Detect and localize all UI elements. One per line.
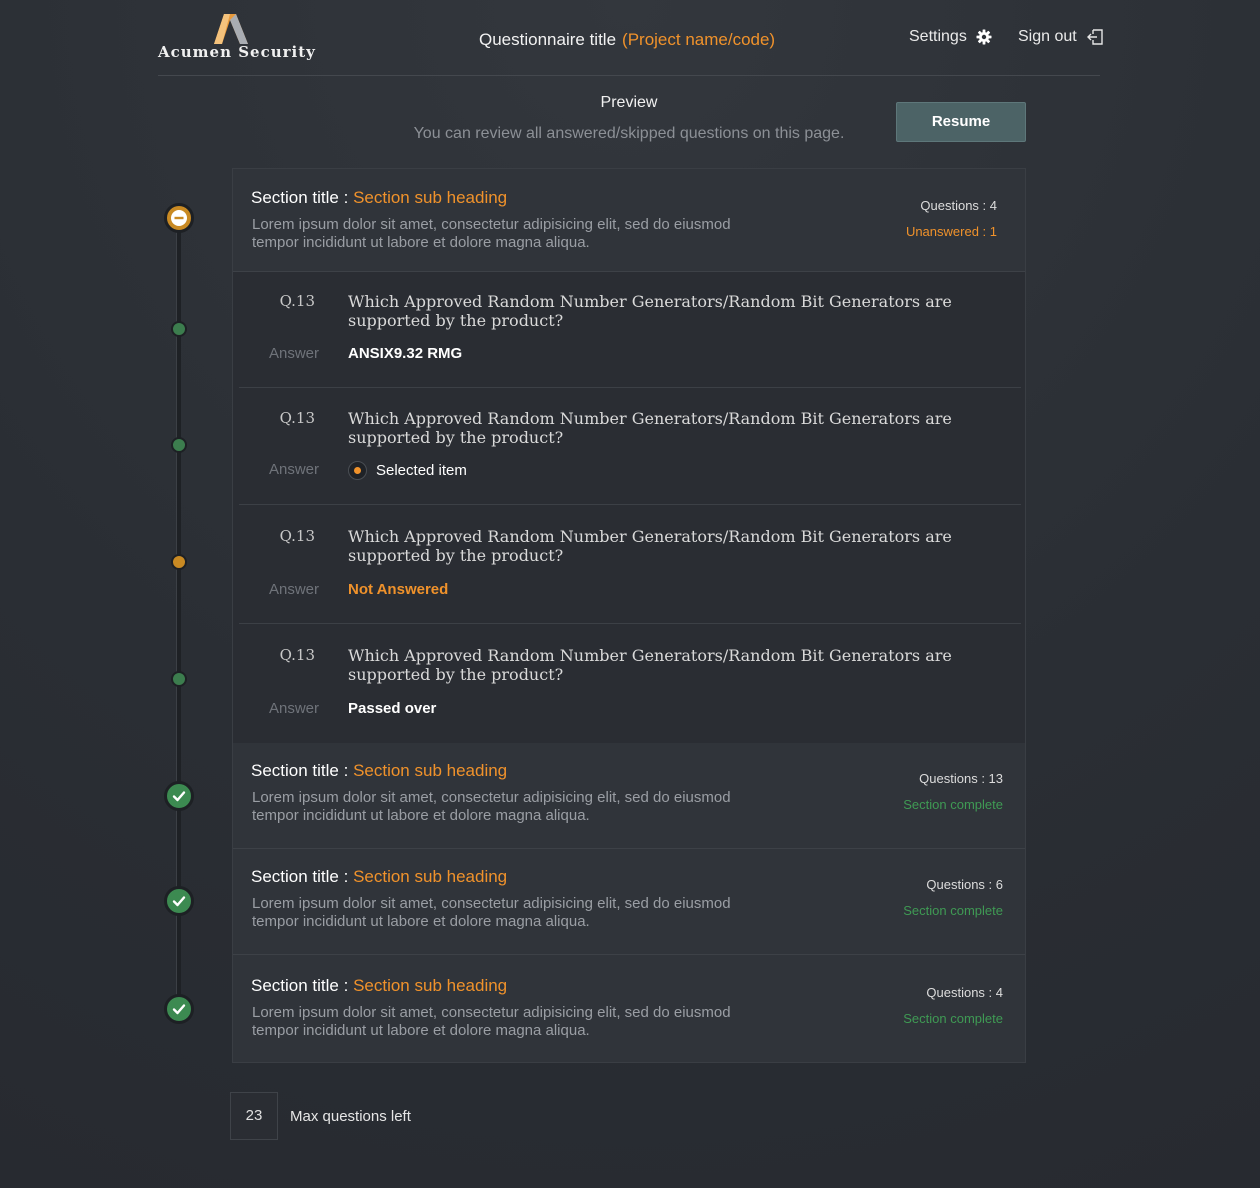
check-circle-icon — [172, 896, 186, 907]
preview-subtitle: You can review all answered/skipped ques… — [413, 125, 845, 142]
section-3[interactable]: Section title : Section sub heading Lore… — [233, 849, 1025, 955]
section-questions-count: Questions : 6 — [926, 877, 1003, 892]
minus-circle-icon — [171, 210, 187, 226]
settings-label: Settings — [909, 28, 967, 45]
question-row[interactable]: Q.13 Which Approved Random Number Genera… — [239, 388, 1021, 505]
question-row[interactable]: Q.13 Which Approved Random Number Genera… — [239, 624, 1021, 743]
questionnaire-title-text: Questionnaire title — [479, 30, 617, 49]
answer-label: Answer — [268, 345, 319, 362]
section-1[interactable]: Section title : Section sub heading Lore… — [233, 169, 1025, 272]
answer-label: Answer — [268, 461, 319, 478]
logo-text: Acumen Security — [158, 43, 316, 61]
question-number: Q.13 — [279, 409, 315, 427]
answer-label: Answer — [268, 581, 319, 598]
section-description: Lorem ipsum dolor sit amet, consectetur … — [252, 789, 731, 824]
section-status: Section complete — [903, 1011, 1003, 1026]
questionnaire-title: Questionnaire title (Project name/code) — [479, 30, 775, 50]
sections-panel: Section title : Section sub heading Lore… — [232, 168, 1026, 1063]
question-number: Q.13 — [279, 292, 315, 310]
question-4-marker[interactable] — [171, 671, 187, 687]
top-header: Acumen Security Questionnaire title (Proj… — [158, 0, 1103, 76]
sign-out-label: Sign out — [1018, 28, 1077, 45]
section-description: Lorem ipsum dolor sit amet, consectetur … — [252, 895, 731, 930]
question-1-marker[interactable] — [171, 321, 187, 337]
answer-value: Not Answered — [348, 581, 449, 598]
answer-value: Passed over — [348, 700, 437, 717]
section-description: Lorem ipsum dolor sit amet, consectetur … — [252, 1004, 731, 1039]
question-2-marker[interactable] — [171, 437, 187, 453]
section-title-prefix: Section title : — [251, 188, 354, 207]
section-questions-count: Questions : 13 — [919, 771, 1003, 786]
section-title: Section title : Section sub heading — [251, 976, 507, 996]
settings-link[interactable]: Settings — [909, 28, 992, 46]
check-circle-icon — [172, 1004, 186, 1015]
section-sub-heading: Section sub heading — [353, 761, 508, 780]
section-title-prefix: Section title : — [251, 761, 354, 780]
section-sub-heading: Section sub heading — [353, 188, 508, 207]
section-description: Lorem ipsum dolor sit amet, consectetur … — [252, 216, 731, 251]
question-text: Which Approved Random Number Generators/… — [348, 646, 952, 684]
answer-label: Answer — [268, 700, 319, 717]
section-title: Section title : Section sub heading — [251, 188, 507, 208]
question-number: Q.13 — [279, 646, 315, 664]
section-title: Section title : Section sub heading — [251, 867, 507, 887]
section-1-status-marker[interactable] — [164, 203, 194, 233]
section-sub-heading: Section sub heading — [353, 867, 508, 886]
check-circle-icon — [172, 791, 186, 802]
answer-value: Selected item — [348, 461, 467, 480]
section-2-status-marker[interactable] — [164, 781, 194, 811]
section-title-prefix: Section title : — [251, 976, 354, 995]
answer-value: ANSIX9.32 RMG — [348, 345, 463, 362]
section-status: Unanswered : 1 — [905, 224, 997, 239]
selected-item-label: Selected item — [376, 462, 467, 479]
questions-list: Q.13 Which Approved Random Number Genera… — [233, 272, 1025, 743]
question-text: Which Approved Random Number Generators/… — [348, 527, 952, 565]
max-questions-counter: 23 — [230, 1092, 278, 1140]
section-3-status-marker[interactable] — [164, 886, 194, 916]
question-text: Which Approved Random Number Generators/… — [348, 409, 952, 447]
question-3-marker[interactable] — [171, 554, 187, 570]
question-row[interactable]: Q.13 Which Approved Random Number Genera… — [239, 272, 1021, 388]
section-status: Section complete — [903, 797, 1003, 812]
project-name: (Project name/code) — [622, 30, 776, 49]
section-sub-heading: Section sub heading — [353, 976, 508, 995]
section-4[interactable]: Section title : Section sub heading Lore… — [233, 955, 1025, 1062]
sign-out-icon — [1086, 29, 1103, 45]
sign-out-link[interactable]: Sign out — [1018, 28, 1104, 46]
section-2[interactable]: Section title : Section sub heading Lore… — [233, 743, 1025, 849]
question-row[interactable]: Q.13 Which Approved Random Number Genera… — [239, 505, 1021, 624]
question-number: Q.13 — [279, 527, 315, 545]
section-title: Section title : Section sub heading — [251, 761, 507, 781]
section-questions-count: Questions : 4 — [920, 198, 997, 213]
section-4-status-marker[interactable] — [164, 994, 194, 1024]
acumen-logo[interactable]: Acumen Security — [158, 14, 315, 64]
section-status: Section complete — [903, 903, 1003, 918]
section-questions-count: Questions : 4 — [926, 985, 1003, 1000]
section-title-prefix: Section title : — [251, 867, 354, 886]
selected-radio — [348, 461, 367, 480]
question-text: Which Approved Random Number Generators/… — [348, 292, 952, 330]
max-questions-label: Max questions left — [290, 1108, 411, 1125]
logo-mark-icon — [214, 14, 248, 44]
gear-icon — [976, 29, 992, 45]
resume-button[interactable]: Resume — [896, 102, 1026, 142]
preview-title: Preview — [600, 94, 658, 111]
